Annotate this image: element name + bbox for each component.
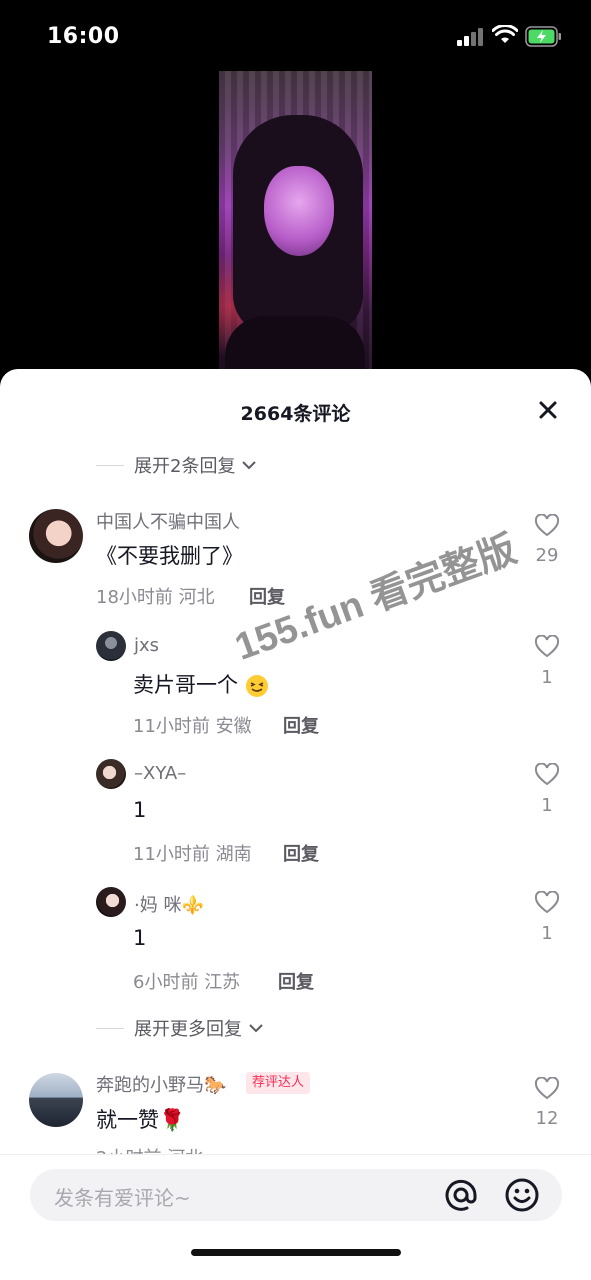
heart-icon (534, 891, 560, 914)
home-indicator (191, 1249, 401, 1256)
like-button[interactable] (527, 763, 567, 787)
comment-meta: 18小时前 河北 (96, 587, 215, 608)
like-count: 1 (541, 795, 553, 816)
close-icon[interactable] (537, 399, 559, 421)
reply-username[interactable]: jxs (134, 635, 159, 656)
comment-input[interactable]: 发条有爱评论~ (30, 1169, 562, 1221)
reply-text: 1 (133, 926, 147, 950)
comments-count-title: 2664条评论 (240, 403, 351, 425)
emoji-icon[interactable] (504, 1177, 540, 1213)
comment-username[interactable]: 中国人不骗中国人 (96, 508, 240, 534)
status-time: 16:00 (47, 24, 120, 49)
like-count: 1 (541, 923, 553, 944)
like-button[interactable] (527, 1077, 567, 1101)
comment-username[interactable]: 奔跑的小野马🐎 (96, 1071, 226, 1097)
like-count: 29 (535, 545, 559, 566)
wifi-icon (492, 25, 518, 43)
like-button[interactable] (527, 635, 567, 659)
reply-button[interactable]: 回复 (278, 968, 314, 994)
at-mention-icon[interactable] (443, 1177, 479, 1213)
reply-meta: 11小时前 安徽 (133, 716, 252, 737)
reply-meta: 6小时前 江苏 (133, 972, 241, 993)
chevron-down-icon (249, 1024, 263, 1033)
reply-text: 卖片哥一个 (133, 669, 269, 699)
like-count: 12 (535, 1108, 559, 1129)
reply-text: 1 (133, 798, 147, 822)
avatar[interactable] (29, 1073, 83, 1127)
reply-meta: 11小时前 湖南 (133, 844, 252, 865)
heart-icon (534, 763, 560, 786)
grinning-squint-emoji-icon (245, 675, 268, 697)
chevron-down-icon (242, 461, 257, 470)
comment-input-bar: 发条有爱评论~ (0, 1154, 591, 1280)
avatar[interactable] (96, 887, 126, 917)
comment-text: 《不要我删了》 (96, 544, 243, 568)
expand-more-label: 展开更多回复 (134, 1019, 242, 1040)
expand-more-replies-button[interactable]: 展开更多回复 (96, 1015, 264, 1041)
like-count: 1 (541, 667, 553, 688)
reply-username[interactable]: ·妈 咪⚜️ (134, 891, 204, 917)
like-button[interactable] (527, 514, 567, 538)
expand-replies-button[interactable]: 展开2条回复 (96, 452, 257, 478)
comment-text: 就一赞🌹 (96, 1108, 186, 1132)
avatar[interactable] (96, 759, 126, 789)
video-thumbnail[interactable] (219, 71, 372, 371)
like-button[interactable] (527, 891, 567, 915)
comments-sheet: 2664条评论 展开2条回复 中国人不骗中国人 《不要我删了》 18小时前 河北… (0, 369, 591, 1280)
expand-replies-label: 展开2条回复 (134, 456, 236, 477)
reply-button[interactable]: 回复 (283, 840, 319, 866)
cellular-signal-icon (457, 28, 483, 46)
status-bar: 16:00 (0, 0, 591, 70)
battery-charging-icon (525, 26, 561, 47)
top-commenter-badge: 荐评达人 (246, 1072, 311, 1094)
heart-icon (534, 1077, 560, 1100)
avatar[interactable] (29, 509, 83, 563)
avatar[interactable] (96, 631, 126, 661)
input-placeholder: 发条有爱评论~ (54, 1186, 191, 1210)
reply-username[interactable]: –XYA– (134, 763, 186, 784)
heart-icon (534, 514, 560, 537)
reply-button[interactable]: 回复 (283, 712, 319, 738)
heart-icon (534, 635, 560, 658)
